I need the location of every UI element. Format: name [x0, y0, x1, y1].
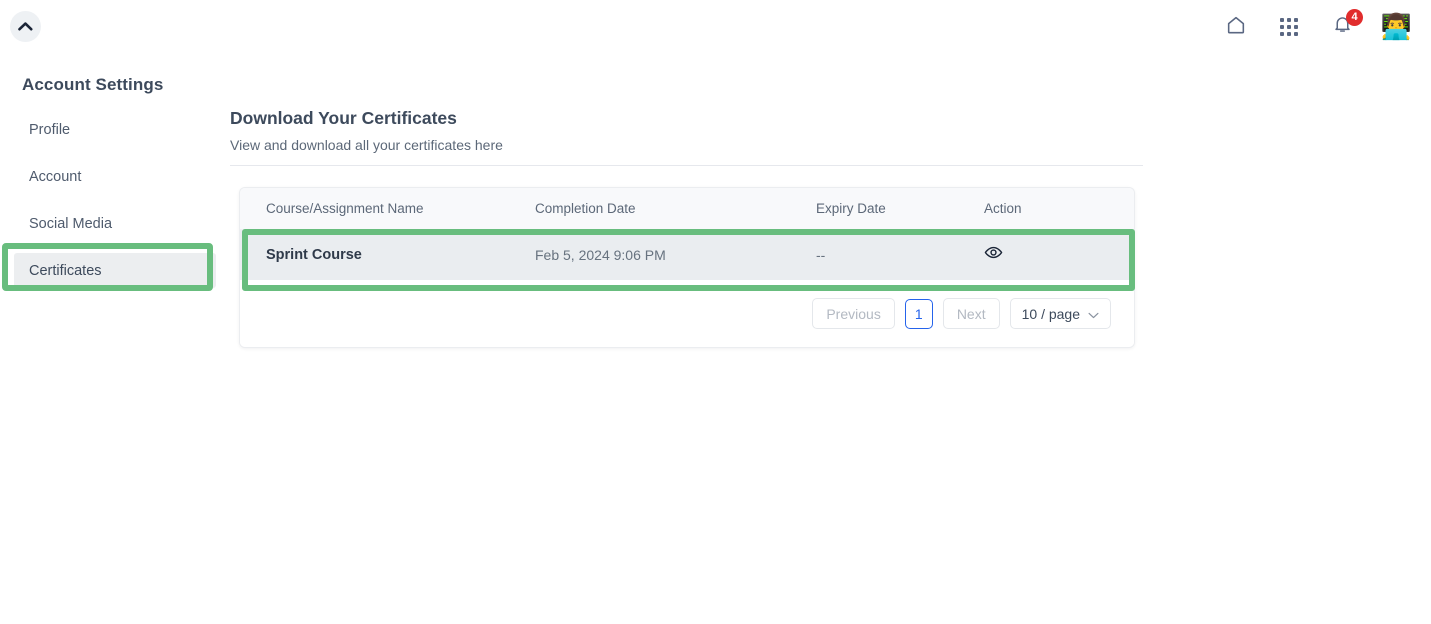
sidebar-item-label: Profile: [29, 121, 71, 138]
sidebar-title: Account Settings: [22, 75, 164, 94]
pagination: Previous 1 Next 10 / page: [240, 280, 1134, 347]
home-button[interactable]: [1222, 13, 1250, 41]
page-size-select[interactable]: 10 / page: [1009, 298, 1111, 329]
notifications-badge: 4: [1346, 9, 1363, 26]
eye-icon[interactable]: [984, 243, 1003, 267]
home-icon: [1225, 14, 1247, 41]
header-actions: 4 👨‍💻: [1222, 0, 1411, 54]
page-title: Download Your Certificates: [230, 108, 457, 128]
section-divider: [230, 165, 1143, 166]
table-row[interactable]: Sprint Course Feb 5, 2024 9:06 PM --: [240, 230, 1134, 280]
cell-completion-date: Feb 5, 2024 9:06 PM: [535, 247, 666, 263]
next-page-button[interactable]: Next: [942, 298, 1000, 329]
table-header-row: Course/Assignment Name Completion Date E…: [240, 188, 1134, 230]
top-header-bar: 4 👨‍💻: [0, 0, 1431, 54]
page-number-1[interactable]: 1: [904, 298, 933, 329]
sidebar-item-label: Social Media: [29, 215, 113, 232]
column-header-action: Action: [984, 201, 1022, 216]
sidebar-nav: Profile Account Social Media Certificate…: [0, 112, 230, 300]
chevron-down-icon: [1088, 306, 1099, 322]
previous-page-button[interactable]: Previous: [812, 298, 895, 329]
apps-button[interactable]: [1275, 13, 1303, 41]
app-logo-button[interactable]: [10, 11, 41, 42]
account-settings-page: 4 👨‍💻 Account Settings Profile Account S…: [0, 0, 1431, 624]
page-subtitle: View and download all your certificates …: [230, 137, 503, 153]
cell-action: [984, 243, 1134, 267]
column-header-course-name: Course/Assignment Name: [266, 201, 424, 216]
sidebar-item-label: Certificates: [29, 262, 102, 279]
sidebar-item-profile[interactable]: Profile: [14, 112, 216, 147]
cell-expiry-date: --: [816, 247, 826, 263]
sidebar-item-certificates[interactable]: Certificates: [14, 253, 216, 288]
sidebar-item-social-media[interactable]: Social Media: [14, 206, 216, 241]
cell-course-name: Sprint Course: [266, 247, 362, 263]
chevron-up-icon: [18, 21, 33, 32]
page-size-label: 10 / page: [1021, 305, 1080, 322]
column-header-expiry-date: Expiry Date: [816, 201, 886, 216]
sidebar-item-account[interactable]: Account: [14, 159, 216, 194]
column-header-completion-date: Completion Date: [535, 201, 636, 216]
sidebar-item-label: Account: [29, 168, 82, 185]
avatar[interactable]: 👨‍💻: [1381, 12, 1411, 42]
notifications-button[interactable]: 4: [1328, 9, 1363, 41]
certificates-card: Course/Assignment Name Completion Date E…: [239, 187, 1135, 348]
apps-grid-icon: [1280, 18, 1298, 36]
user-avatar-glyph: 👨‍💻: [1381, 12, 1411, 41]
